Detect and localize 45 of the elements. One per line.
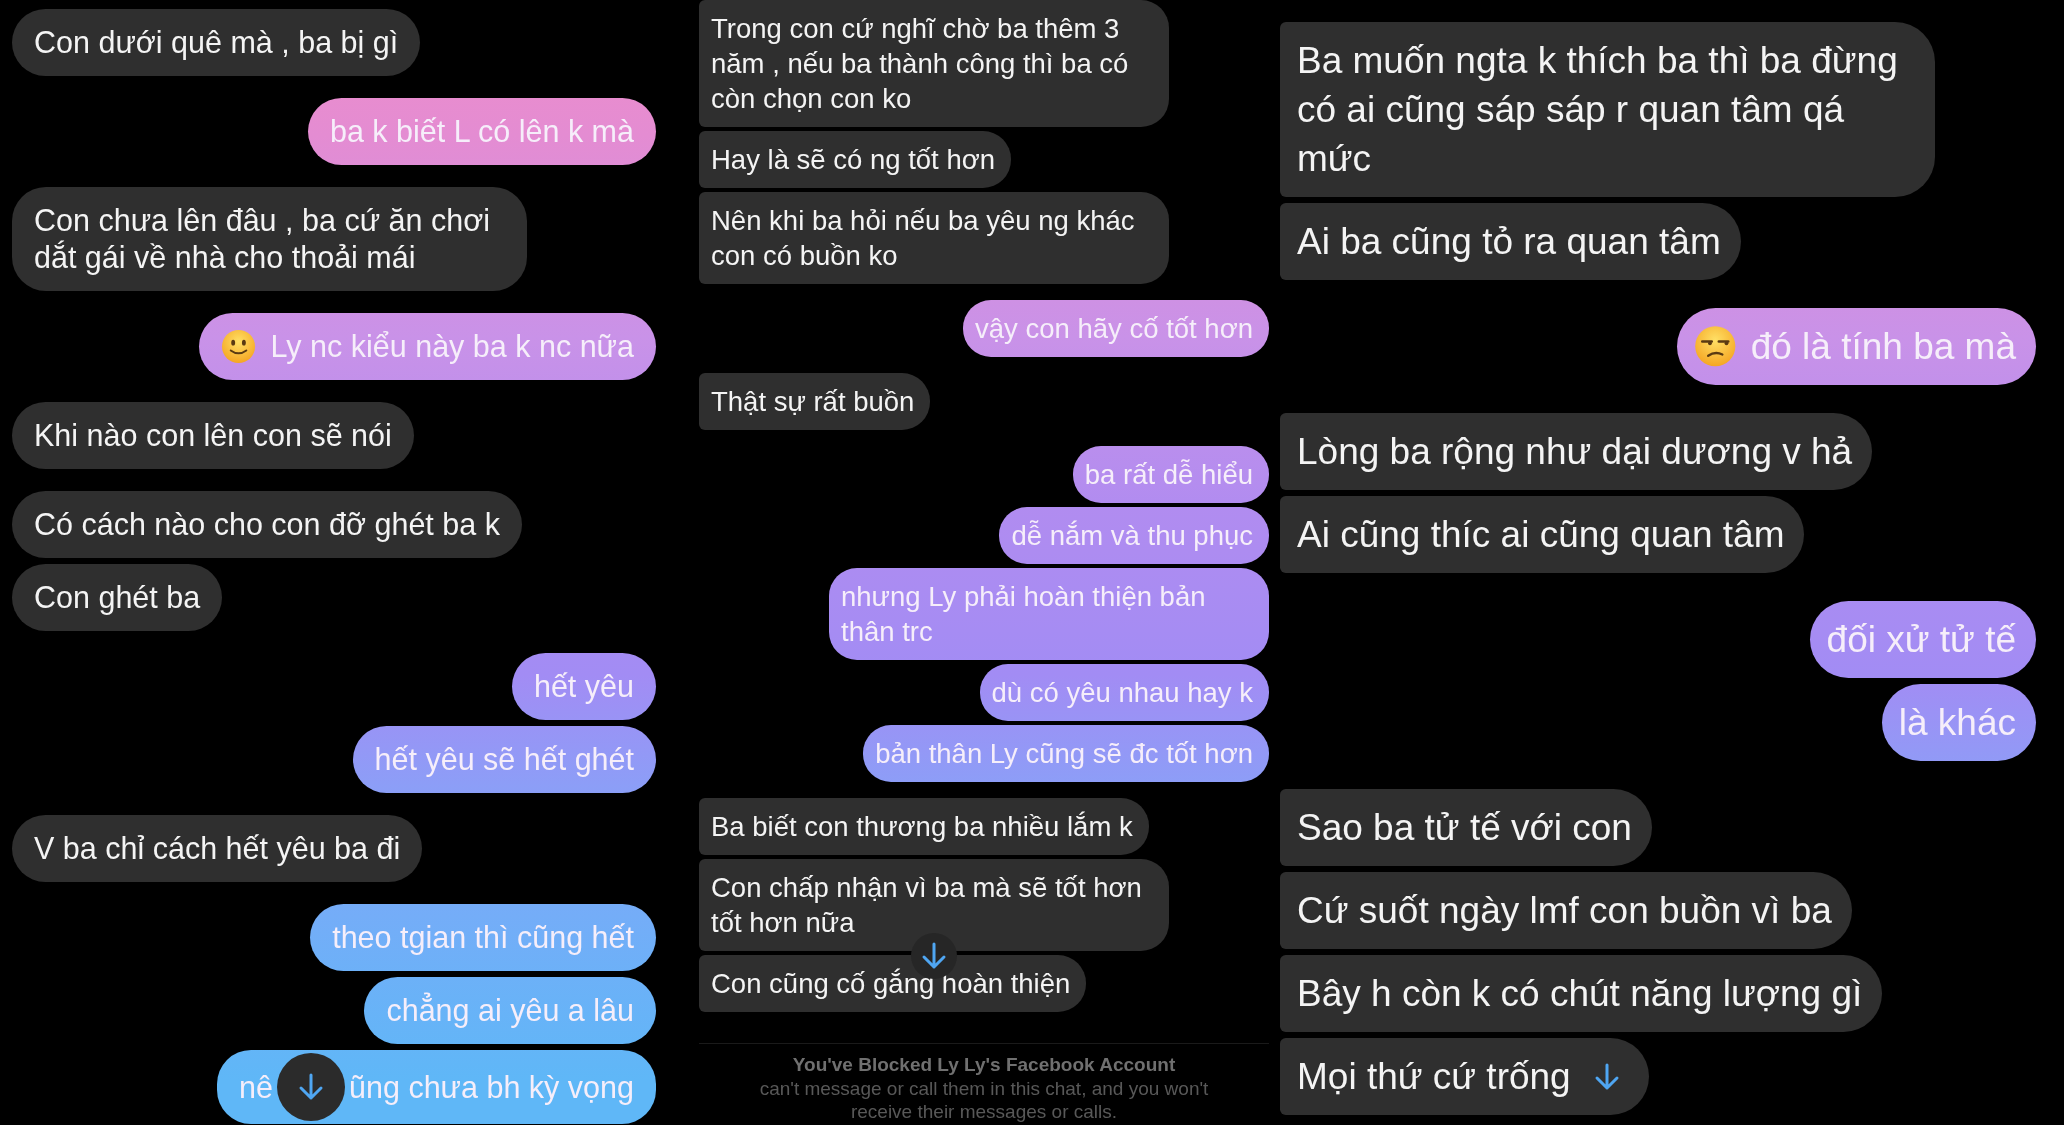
message-text: Con dưới quê mà , ba bị gì [34, 24, 399, 61]
message-text: theo tgian thì cũng hết [332, 919, 634, 956]
message-text: Mọi thứ cứ trống [1297, 1055, 1571, 1099]
message-text: đó là tính ba mà [1750, 325, 2016, 369]
message-text: Bây h còn k có chút năng lượng gì [1297, 972, 1863, 1016]
message-text: Ba muốn ngta k thích ba thì ba đừng có ai cũng sáp sáp r quan tâm qá mức [1297, 39, 1899, 181]
message-text: Ai ba cũng tỏ ra quan tâm [1297, 220, 1721, 264]
message-text: V ba chỉ cách hết yêu ba đi [34, 830, 401, 867]
message-text: Thật sự rất buồn [711, 385, 915, 419]
message-text: Sao ba tử tế với con [1297, 806, 1632, 850]
message-text: nê [239, 1068, 274, 1106]
message-text: hết yêu sẽ hết ghét [374, 741, 634, 778]
message-text: đối xử tử tế [1826, 618, 2016, 662]
message-text: ũng chưa bh kỳ vọng [349, 1068, 634, 1106]
message-text: Trong con cứ nghĩ chờ ba thêm 3 năm , nếu ba thành công thì ba có còn chọn con ko [711, 12, 1130, 116]
message-text: Ly nc kiểu này ba k nc nữa [270, 328, 634, 365]
message-text: Lòng ba rộng như dại dương v hả [1297, 430, 1853, 474]
message-text: ba rất dễ hiểu [1084, 458, 1253, 492]
message-text: dù có yêu nhau hay k [991, 676, 1253, 710]
message-text: Ba biết con thương ba nhiều lắm k [711, 810, 1133, 844]
message-text: Hay là sẽ có ng tốt hơn [711, 143, 996, 177]
message-text: Ai cũng thíc ai cũng quan tâm [1297, 513, 1785, 557]
message-text: dễ nắm và thu phục [1011, 519, 1253, 553]
message-text: Con ghét ba [34, 579, 201, 616]
message-text: Nên khi ba hỏi nếu ba yêu ng khác con có buồn ko [711, 204, 1136, 273]
message-text: chẳng ai yêu a lâu [386, 992, 634, 1029]
blocked-notice-title: You've Blocked Ly Ly's Facebook Account [791, 1053, 1177, 1077]
message-text: Khi nào con lên con sẽ nói [34, 417, 392, 454]
arrow-down-icon [298, 1072, 325, 1102]
message-text: Cứ suốt ngày lmf con buồn vì ba [1297, 889, 1832, 933]
unamused-face-icon [1694, 325, 1737, 368]
blocked-notice-text: can't message or call them in this chat, and you won't [758, 1077, 1210, 1100]
smiley-icon [221, 328, 257, 365]
message-text: Con cũng cố gắng hoàn thiện [711, 967, 1071, 1001]
message-text: vậy con hãy cố tốt hơn [975, 312, 1253, 346]
message-text: là khác [1898, 701, 2016, 745]
blocked-notice-text: receive their messages or calls. [849, 1100, 1119, 1123]
message-text: nhưng Ly phải hoàn thiện bản thân trc [841, 580, 1207, 649]
arrow-down-icon [1593, 1061, 1620, 1092]
message-text: ba k biết L có lên k mà [329, 113, 634, 150]
message-text: Con chưa lên đâu , ba cứ ăn chơi dắt gái về nhà cho thoải mái [34, 202, 491, 276]
message-text: Con chấp nhận vì ba mà sẽ tốt hơn tốt hơn nữa [711, 871, 1143, 940]
message-text: Có cách nào cho con đỡ ghét ba k [34, 506, 500, 543]
message-text: bản thân Ly cũng sẽ đc tốt hơn [875, 737, 1253, 771]
message-text: hết yêu [533, 668, 634, 705]
